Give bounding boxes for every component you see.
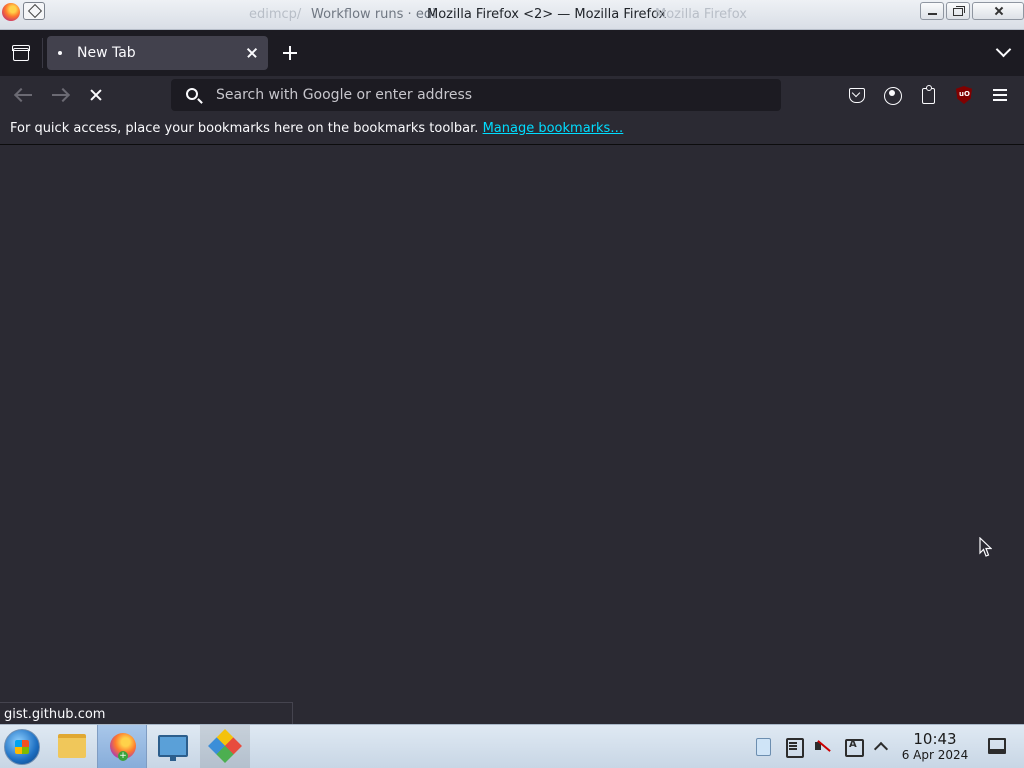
folder-icon [58, 734, 86, 758]
ublock-origin-icon[interactable] [949, 80, 979, 110]
gem-app-icon [208, 729, 242, 763]
address-bar[interactable] [171, 79, 781, 111]
back-button[interactable] [9, 80, 39, 110]
tab-label: New Tab [77, 45, 136, 61]
taskbar: 10:43 6 Apr 2024 [0, 724, 1024, 768]
start-menu-button[interactable] [4, 729, 40, 765]
clock-date: 6 Apr 2024 [901, 748, 969, 762]
show-desktop-icon[interactable] [988, 738, 1006, 754]
url-input[interactable] [216, 84, 766, 106]
pocket-icon[interactable] [841, 80, 871, 110]
manage-bookmarks-link[interactable]: Manage bookmarks… [483, 121, 624, 136]
keyboard-layout-icon[interactable] [843, 736, 864, 757]
forward-arrow-icon [52, 94, 68, 96]
stop-loading-button[interactable] [81, 80, 111, 110]
title-ghost-left: edimcp/ [249, 7, 302, 22]
clock[interactable]: 10:43 6 Apr 2024 [897, 730, 973, 763]
tab-new-tab[interactable]: New Tab [47, 36, 268, 70]
tab-strip-divider [42, 38, 43, 68]
back-arrow-icon [16, 94, 32, 96]
bookmarks-hint: For quick access, place your bookmarks h… [10, 121, 624, 136]
search-icon [186, 88, 198, 100]
page-content [0, 146, 1024, 724]
window-title: Mozilla Firefox <2> — Mozilla Firefox [427, 7, 667, 22]
firefox-icon [110, 733, 136, 761]
notes-icon[interactable] [783, 736, 804, 758]
clock-time: 10:43 [913, 730, 957, 748]
monitor-icon [158, 735, 188, 761]
taskbar-gem-app[interactable] [200, 725, 250, 768]
minimize-button[interactable] [920, 2, 944, 20]
close-tab-icon[interactable] [244, 45, 260, 61]
title-ghost-workflow: Workflow runs · edi [311, 7, 436, 22]
forward-button[interactable] [45, 80, 75, 110]
taskbar-system-settings[interactable] [148, 725, 198, 768]
close-window-button[interactable] [972, 2, 1024, 20]
new-tab-button[interactable] [276, 38, 304, 68]
taskbar-firefox[interactable] [97, 725, 147, 768]
clipboard-icon[interactable] [753, 736, 773, 756]
status-url: gist.github.com [0, 702, 293, 724]
bookmarks-toolbar: For quick access, place your bookmarks h… [0, 114, 1024, 145]
show-hidden-icon[interactable] [871, 736, 891, 756]
taskbar-file-manager[interactable] [46, 725, 96, 768]
title-ghost-right: Mozilla Firefox [655, 7, 747, 22]
volume-muted-icon[interactable] [813, 736, 833, 756]
mouse-pointer-icon [979, 537, 992, 557]
window-titlebar: edimcp/ Workflow runs · edi Mozilla Fire… [0, 0, 1024, 30]
account-icon[interactable] [877, 80, 907, 110]
list-all-tabs-chevron-icon[interactable] [994, 42, 1014, 62]
extensions-icon[interactable] [913, 80, 943, 110]
maximize-button[interactable] [946, 2, 970, 20]
keep-above-icon[interactable] [23, 2, 45, 20]
navigation-toolbar [0, 76, 1024, 114]
hamburger-menu-icon[interactable] [985, 80, 1015, 110]
tab-strip: New Tab [0, 30, 1024, 76]
firefox-logo-icon[interactable] [2, 3, 20, 21]
firefox-view-icon[interactable] [5, 38, 35, 68]
tab-loading-dot-icon [58, 51, 62, 55]
